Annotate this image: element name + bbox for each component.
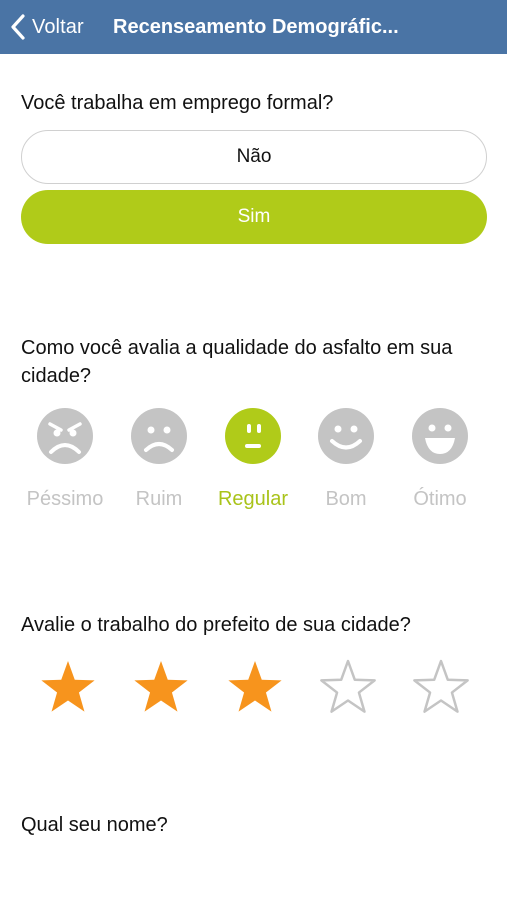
big-smile-face-icon [412,408,468,464]
face-option-bom[interactable]: Bom [301,408,391,518]
star-filled-icon [41,661,95,712]
option-nao-button[interactable]: Não [21,130,487,184]
neutral-face-icon [225,408,281,464]
very-sad-face-icon [37,408,93,464]
question-formal-job: Você trabalha em emprego formal? [21,92,334,114]
star-3-button[interactable] [225,658,285,718]
face-option-ruim[interactable]: Ruim [114,408,204,518]
star-filled-icon [228,661,282,712]
star-filled-icon [134,661,188,712]
star-2-button[interactable] [131,658,191,718]
back-button[interactable]: Voltar [10,0,84,54]
star-4-button[interactable] [318,658,378,718]
question-mayor-rating: Avalie o trabalho do prefeito de sua cid… [21,614,411,636]
face-rating-group: Péssimo Ruim Regular Bom Ótimo [0,408,507,518]
smile-face-icon [318,408,374,464]
face-option-pessimo[interactable]: Péssimo [20,408,110,518]
star-1-button[interactable] [38,658,98,718]
star-rating-group [0,658,507,718]
face-option-otimo[interactable]: Ótimo [395,408,485,518]
page-title: Recenseamento Demográfic... [113,16,399,38]
question-name: Qual seu nome? [21,814,168,836]
sad-face-icon [131,408,187,464]
chevron-left-icon [11,14,25,40]
face-label-otimo: Ótimo [413,488,467,510]
star-outline-icon [320,659,376,713]
star-outline-icon [413,659,469,713]
navigation-bar: Voltar Recenseamento Demográfic... [0,0,507,54]
face-option-regular[interactable]: Regular [208,408,298,518]
back-label: Voltar [32,15,84,38]
question-asphalt-quality: Como você avalia a qualidade do asfalto … [21,337,453,387]
star-5-button[interactable] [411,658,471,718]
option-sim-button[interactable]: Sim [21,190,487,244]
